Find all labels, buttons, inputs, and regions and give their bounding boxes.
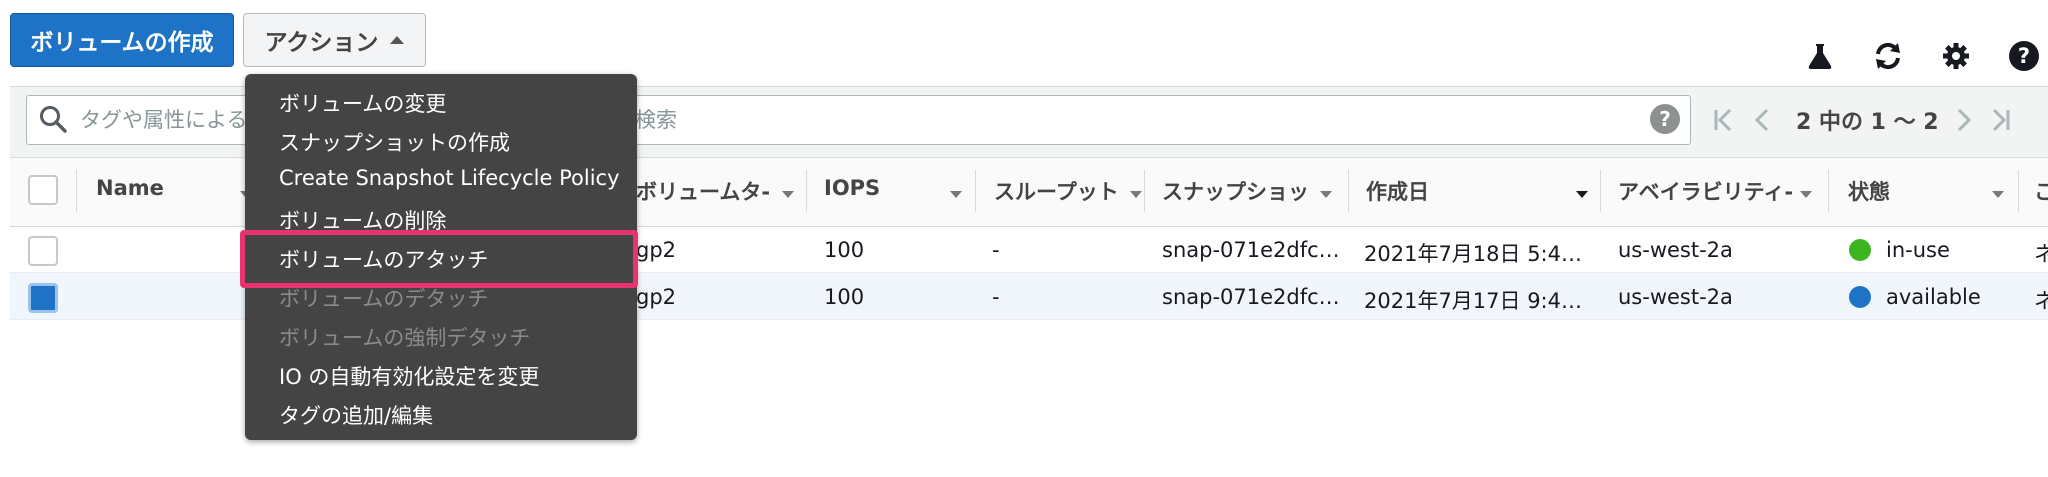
menu-item-change-auto-enable-io[interactable]: IO の自動有効化設定を変更 [279,361,539,391]
next-page-icon[interactable] [1954,106,1974,138]
cell-snapshot[interactable]: snap-071e2dfc… [1162,238,1340,262]
column-header-throughput[interactable]: スループット [994,176,1119,206]
cell-iops: 100 [824,238,865,262]
search-icon [38,104,68,138]
cell-availability-zone: us-west-2a [1618,238,1733,262]
menu-item-create-snapshot[interactable]: スナップショットの作成 [279,127,510,157]
column-header-state[interactable]: 状態 [1848,176,1890,206]
cell-throughput: - [992,285,1000,309]
gear-icon[interactable] [1938,38,1974,74]
select-all-checkbox[interactable] [28,175,58,205]
chevron-up-icon [390,36,405,44]
status-in-use-icon [1849,239,1871,261]
cell-state: available [1886,285,1981,309]
first-page-icon[interactable] [1712,106,1736,138]
search-placeholder-suffix: 検索 [635,108,677,132]
cell-iops: 100 [824,285,865,309]
actions-button[interactable]: アクション [243,13,426,67]
last-page-icon[interactable] [1988,106,2012,138]
search-help-icon[interactable]: ? [1650,104,1680,134]
cell-volume-type: gp2 [636,285,677,309]
menu-item-force-detach-volume: ボリュームの強制デタッチ [279,326,531,350]
row-checkbox[interactable] [28,236,58,266]
create-volume-button[interactable]: ボリュームの作成 [10,13,234,67]
menu-item-create-snapshot-lifecycle-policy[interactable]: Create Snapshot Lifecycle Policy [279,166,620,190]
column-header-alarm[interactable]: こ [2034,176,2048,206]
cell-volume-type: gp2 [636,238,677,262]
cell-availability-zone: us-west-2a [1618,285,1733,309]
column-header-volume-type[interactable]: ボリュームタ- [636,176,770,206]
column-header-iops[interactable]: IOPS [824,176,880,200]
row-checkbox-checked[interactable] [28,283,58,313]
cell-created: 2021年7月18日 5:4… [1364,242,1582,266]
cell-alarm: ネ [2034,289,2048,313]
flask-icon[interactable] [1802,38,1838,74]
attach-volume-highlight [240,230,638,288]
pagination-text: 2 中の 1 〜 2 [1796,110,1939,135]
refresh-icon[interactable] [1870,38,1906,74]
cell-alarm: ネ [2034,242,2048,266]
status-available-icon [1849,286,1871,308]
search-placeholder: タグや属性による [80,108,248,132]
column-header-availability-zone[interactable]: アベイラビリティ- [1618,176,1793,206]
column-header-name[interactable]: Name [96,176,164,200]
actions-label: アクション [264,30,379,56]
cell-snapshot[interactable]: snap-071e2dfc… [1162,285,1340,309]
previous-page-icon[interactable] [1752,106,1772,138]
cell-created: 2021年7月17日 9:4… [1364,289,1582,313]
help-icon[interactable]: ? [2006,38,2042,74]
column-header-snapshot[interactable]: スナップショッ [1162,176,1309,206]
cell-throughput: - [992,238,1000,262]
cell-state: in-use [1886,238,1950,262]
menu-item-modify-volume[interactable]: ボリュームの変更 [279,88,446,118]
column-header-created[interactable]: 作成日 [1366,176,1429,206]
menu-item-add-edit-tags[interactable]: タグの追加/編集 [279,400,433,430]
